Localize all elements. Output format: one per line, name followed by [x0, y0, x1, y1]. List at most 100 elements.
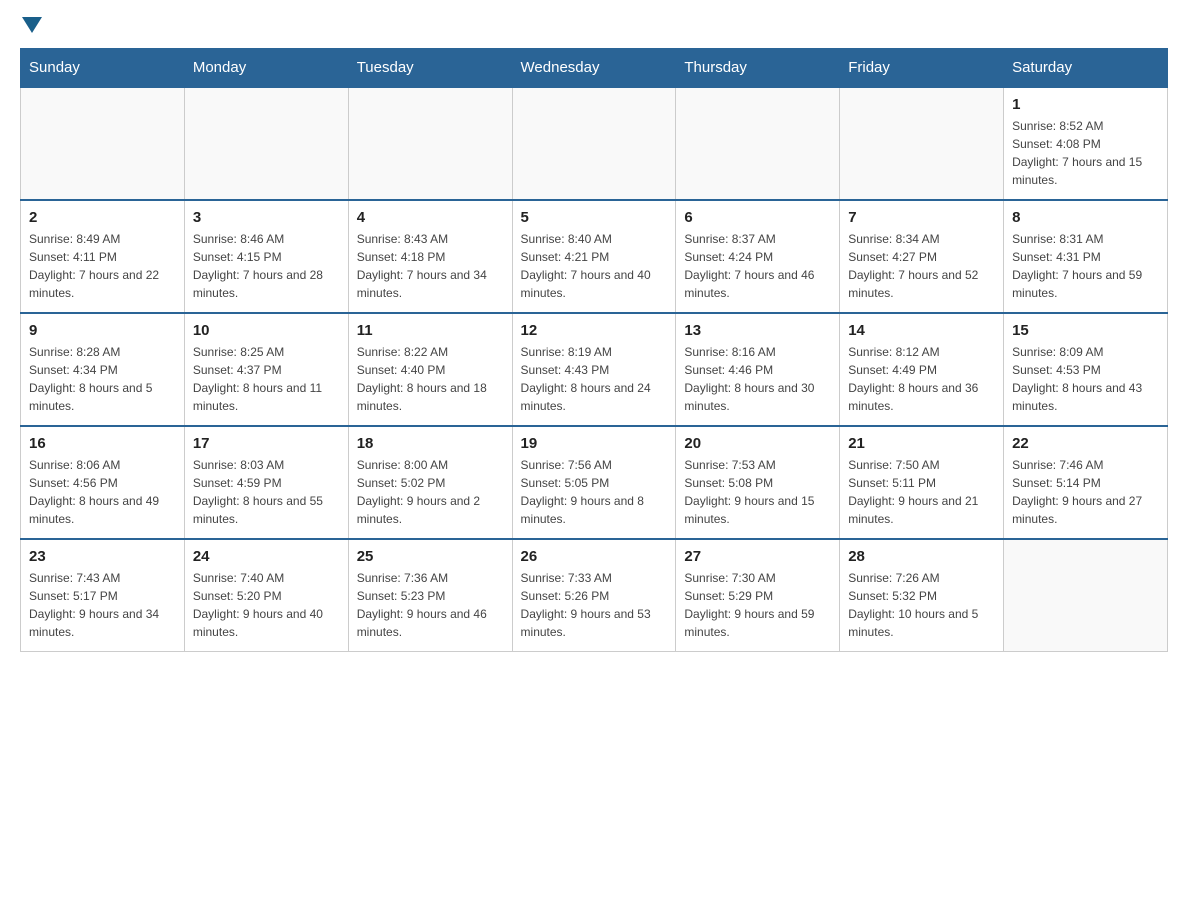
calendar-cell [21, 87, 185, 200]
day-info: Sunrise: 8:49 AM Sunset: 4:11 PM Dayligh… [29, 230, 176, 302]
calendar-header-row: SundayMondayTuesdayWednesdayThursdayFrid… [21, 49, 1168, 88]
calendar-cell [1004, 539, 1168, 652]
day-info: Sunrise: 8:16 AM Sunset: 4:46 PM Dayligh… [684, 343, 831, 415]
day-number: 1 [1012, 96, 1159, 113]
day-number: 26 [521, 548, 668, 565]
calendar-cell: 7 Sunrise: 8:34 AM Sunset: 4:27 PM Daylig… [840, 200, 1004, 313]
day-info: Sunrise: 7:46 AM Sunset: 5:14 PM Dayligh… [1012, 456, 1159, 528]
calendar-cell [676, 87, 840, 200]
day-info: Sunrise: 8:03 AM Sunset: 4:59 PM Dayligh… [193, 456, 340, 528]
calendar-cell: 4 Sunrise: 8:43 AM Sunset: 4:18 PM Daylig… [348, 200, 512, 313]
day-number: 3 [193, 209, 340, 226]
page-header [20, 20, 1168, 32]
day-number: 22 [1012, 435, 1159, 452]
calendar-cell: 11Sunrise: 8:22 AM Sunset: 4:40 PM Dayli… [348, 313, 512, 426]
day-number: 5 [521, 209, 668, 226]
day-number: 11 [357, 322, 504, 339]
day-number: 24 [193, 548, 340, 565]
calendar-cell [840, 87, 1004, 200]
day-number: 23 [29, 548, 176, 565]
day-info: Sunrise: 8:00 AM Sunset: 5:02 PM Dayligh… [357, 456, 504, 528]
calendar-week-row: 1 Sunrise: 8:52 AM Sunset: 4:08 PM Daylig… [21, 87, 1168, 200]
day-info: Sunrise: 7:33 AM Sunset: 5:26 PM Dayligh… [521, 569, 668, 641]
calendar-cell: 27 Sunrise: 7:30 AM Sunset: 5:29 PM Dayli… [676, 539, 840, 652]
day-info: Sunrise: 7:50 AM Sunset: 5:11 PM Dayligh… [848, 456, 995, 528]
calendar-cell [512, 87, 676, 200]
logo [20, 20, 43, 32]
day-number: 9 [29, 322, 176, 339]
day-info: Sunrise: 8:31 AM Sunset: 4:31 PM Dayligh… [1012, 230, 1159, 302]
day-number: 12 [521, 322, 668, 339]
day-info: Sunrise: 7:53 AM Sunset: 5:08 PM Dayligh… [684, 456, 831, 528]
day-number: 18 [357, 435, 504, 452]
day-info: Sunrise: 7:26 AM Sunset: 5:32 PM Dayligh… [848, 569, 995, 641]
calendar-cell: 8 Sunrise: 8:31 AM Sunset: 4:31 PM Daylig… [1004, 200, 1168, 313]
calendar-cell: 24 Sunrise: 7:40 AM Sunset: 5:20 PM Dayli… [184, 539, 348, 652]
calendar-cell: 15 Sunrise: 8:09 AM Sunset: 4:53 PM Dayli… [1004, 313, 1168, 426]
day-info: Sunrise: 8:40 AM Sunset: 4:21 PM Dayligh… [521, 230, 668, 302]
day-number: 17 [193, 435, 340, 452]
calendar-cell: 17 Sunrise: 8:03 AM Sunset: 4:59 PM Dayli… [184, 426, 348, 539]
day-info: Sunrise: 8:43 AM Sunset: 4:18 PM Dayligh… [357, 230, 504, 302]
calendar-cell: 23 Sunrise: 7:43 AM Sunset: 5:17 PM Dayli… [21, 539, 185, 652]
calendar-cell: 25 Sunrise: 7:36 AM Sunset: 5:23 PM Dayli… [348, 539, 512, 652]
col-header-sunday: Sunday [21, 49, 185, 88]
calendar-cell: 22 Sunrise: 7:46 AM Sunset: 5:14 PM Dayli… [1004, 426, 1168, 539]
calendar-cell: 2 Sunrise: 8:49 AM Sunset: 4:11 PM Daylig… [21, 200, 185, 313]
day-info: Sunrise: 7:40 AM Sunset: 5:20 PM Dayligh… [193, 569, 340, 641]
day-info: Sunrise: 8:46 AM Sunset: 4:15 PM Dayligh… [193, 230, 340, 302]
day-number: 19 [521, 435, 668, 452]
calendar-cell: 5 Sunrise: 8:40 AM Sunset: 4:21 PM Daylig… [512, 200, 676, 313]
logo-chevron-icon [22, 17, 42, 33]
calendar-week-row: 2 Sunrise: 8:49 AM Sunset: 4:11 PM Daylig… [21, 200, 1168, 313]
calendar-week-row: 23 Sunrise: 7:43 AM Sunset: 5:17 PM Dayli… [21, 539, 1168, 652]
day-number: 7 [848, 209, 995, 226]
calendar-cell: 6Sunrise: 8:37 AM Sunset: 4:24 PM Daylig… [676, 200, 840, 313]
day-info: Sunrise: 8:52 AM Sunset: 4:08 PM Dayligh… [1012, 117, 1159, 189]
day-info: Sunrise: 7:56 AM Sunset: 5:05 PM Dayligh… [521, 456, 668, 528]
day-info: Sunrise: 7:43 AM Sunset: 5:17 PM Dayligh… [29, 569, 176, 641]
col-header-wednesday: Wednesday [512, 49, 676, 88]
day-number: 27 [684, 548, 831, 565]
calendar-cell: 10Sunrise: 8:25 AM Sunset: 4:37 PM Dayli… [184, 313, 348, 426]
calendar-cell: 21 Sunrise: 7:50 AM Sunset: 5:11 PM Dayli… [840, 426, 1004, 539]
calendar-cell: 16Sunrise: 8:06 AM Sunset: 4:56 PM Dayli… [21, 426, 185, 539]
calendar-cell: 28 Sunrise: 7:26 AM Sunset: 5:32 PM Dayli… [840, 539, 1004, 652]
day-info: Sunrise: 7:36 AM Sunset: 5:23 PM Dayligh… [357, 569, 504, 641]
col-header-thursday: Thursday [676, 49, 840, 88]
day-number: 25 [357, 548, 504, 565]
calendar-cell: 19 Sunrise: 7:56 AM Sunset: 5:05 PM Dayli… [512, 426, 676, 539]
calendar-cell: 18 Sunrise: 8:00 AM Sunset: 5:02 PM Dayli… [348, 426, 512, 539]
day-number: 21 [848, 435, 995, 452]
day-info: Sunrise: 8:25 AM Sunset: 4:37 PM Dayligh… [193, 343, 340, 415]
calendar-cell: 1 Sunrise: 8:52 AM Sunset: 4:08 PM Daylig… [1004, 87, 1168, 200]
day-info: Sunrise: 8:34 AM Sunset: 4:27 PM Dayligh… [848, 230, 995, 302]
day-info: Sunrise: 7:30 AM Sunset: 5:29 PM Dayligh… [684, 569, 831, 641]
day-number: 4 [357, 209, 504, 226]
day-number: 14 [848, 322, 995, 339]
col-header-friday: Friday [840, 49, 1004, 88]
day-number: 6 [684, 209, 831, 226]
calendar-week-row: 16Sunrise: 8:06 AM Sunset: 4:56 PM Dayli… [21, 426, 1168, 539]
day-info: Sunrise: 8:12 AM Sunset: 4:49 PM Dayligh… [848, 343, 995, 415]
day-number: 2 [29, 209, 176, 226]
day-info: Sunrise: 8:09 AM Sunset: 4:53 PM Dayligh… [1012, 343, 1159, 415]
day-number: 20 [684, 435, 831, 452]
calendar-cell: 9 Sunrise: 8:28 AM Sunset: 4:34 PM Daylig… [21, 313, 185, 426]
day-number: 16 [29, 435, 176, 452]
day-number: 28 [848, 548, 995, 565]
day-number: 15 [1012, 322, 1159, 339]
calendar-cell: 20 Sunrise: 7:53 AM Sunset: 5:08 PM Dayli… [676, 426, 840, 539]
calendar-cell [184, 87, 348, 200]
col-header-saturday: Saturday [1004, 49, 1168, 88]
calendar-cell: 13 Sunrise: 8:16 AM Sunset: 4:46 PM Dayli… [676, 313, 840, 426]
col-header-monday: Monday [184, 49, 348, 88]
calendar-week-row: 9 Sunrise: 8:28 AM Sunset: 4:34 PM Daylig… [21, 313, 1168, 426]
calendar-cell: 14 Sunrise: 8:12 AM Sunset: 4:49 PM Dayli… [840, 313, 1004, 426]
day-number: 13 [684, 322, 831, 339]
calendar-table: SundayMondayTuesdayWednesdayThursdayFrid… [20, 48, 1168, 652]
day-info: Sunrise: 8:19 AM Sunset: 4:43 PM Dayligh… [521, 343, 668, 415]
day-info: Sunrise: 8:28 AM Sunset: 4:34 PM Dayligh… [29, 343, 176, 415]
day-number: 8 [1012, 209, 1159, 226]
calendar-cell: 12 Sunrise: 8:19 AM Sunset: 4:43 PM Dayli… [512, 313, 676, 426]
